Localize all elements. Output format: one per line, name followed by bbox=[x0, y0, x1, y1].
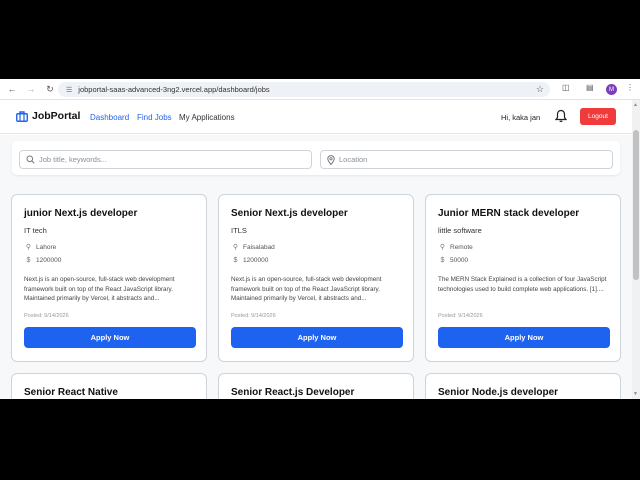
main-content: Job title, keywords... Location junior N… bbox=[0, 135, 632, 399]
dollar-icon: $ bbox=[233, 257, 238, 264]
address-bar[interactable]: ☰ jobportal-saas-advanced-3ng2.vercel.ap… bbox=[58, 82, 550, 97]
location-search-input[interactable]: Location bbox=[320, 150, 613, 169]
job-posted-date: Posted: 9/14/2026 bbox=[438, 313, 483, 319]
reload-icon[interactable]: ↻ bbox=[43, 82, 57, 96]
job-title[interactable]: Junior MERN stack developer bbox=[438, 208, 579, 219]
job-location: ⚲ Lahore bbox=[24, 243, 57, 252]
job-posted-date: Posted: 9/14/2026 bbox=[231, 313, 276, 319]
job-salary: $1200000 bbox=[231, 257, 269, 264]
profile-avatar[interactable]: M bbox=[606, 84, 617, 95]
apply-now-button[interactable]: Apply Now bbox=[231, 327, 403, 348]
location-pin-icon: ⚲ bbox=[25, 244, 32, 251]
job-title[interactable]: junior Next.js developer bbox=[24, 208, 137, 219]
job-company: IT tech bbox=[24, 226, 47, 235]
job-posted-date: Posted: 9/14/2026 bbox=[24, 313, 69, 319]
logout-button[interactable]: Logout bbox=[580, 108, 616, 125]
apply-now-button[interactable]: Apply Now bbox=[24, 327, 196, 348]
back-icon[interactable]: ← bbox=[5, 82, 19, 96]
scrollbar-thumb[interactable] bbox=[633, 130, 639, 280]
job-card[interactable]: Senior Node.js developer bbox=[425, 373, 621, 399]
job-location-text: Remote bbox=[450, 243, 473, 251]
browser-menu-icon[interactable]: ⋮ bbox=[626, 83, 634, 92]
forward-icon[interactable]: → bbox=[24, 82, 38, 96]
job-company: little software bbox=[438, 226, 482, 235]
job-title[interactable]: Senior React.js Developer bbox=[231, 387, 354, 398]
extensions-icon[interactable]: ◫ bbox=[562, 83, 570, 92]
keyword-search-placeholder: Job title, keywords... bbox=[39, 155, 107, 164]
keyword-search-input[interactable]: Job title, keywords... bbox=[19, 150, 312, 169]
job-card[interactable]: junior Next.js developer IT tech ⚲ Lahore… bbox=[11, 194, 207, 362]
app-header: JobPortal Dashboard Find Jobs My Applica… bbox=[0, 100, 632, 134]
job-location: ⚲ Remote bbox=[438, 243, 473, 252]
location-search-placeholder: Location bbox=[339, 155, 368, 164]
job-title[interactable]: Senior Node.js developer bbox=[438, 387, 558, 398]
job-salary: $1200000 bbox=[24, 257, 62, 264]
job-salary: $50000 bbox=[438, 257, 469, 264]
job-company: ITLS bbox=[231, 226, 247, 235]
dollar-icon: $ bbox=[26, 257, 31, 264]
nav-my-applications[interactable]: My Applications bbox=[179, 113, 235, 122]
user-greeting: Hi, kaka jan bbox=[501, 113, 541, 122]
job-card[interactable]: Senior Next.js developer ITLS ⚲ Faisalaba… bbox=[218, 194, 414, 362]
job-salary-text: 1200000 bbox=[243, 257, 269, 264]
browser-window: ← → ↻ ☰ jobportal-saas-advanced-3ng2.ver… bbox=[0, 79, 640, 399]
briefcase-icon bbox=[16, 110, 28, 122]
location-pin-icon: ⚲ bbox=[232, 244, 239, 251]
job-description: Next.js is an open-source, full-stack we… bbox=[24, 276, 175, 302]
brand-logo[interactable]: JobPortal bbox=[16, 110, 80, 122]
job-description: The MERN Stack Explained is a collection… bbox=[438, 276, 607, 293]
scroll-up-icon[interactable]: ▲ bbox=[633, 102, 638, 108]
apply-now-button[interactable]: Apply Now bbox=[438, 327, 610, 348]
brand-name: JobPortal bbox=[32, 110, 81, 122]
job-description: Next.js is an open-source, full-stack we… bbox=[231, 276, 382, 302]
site-settings-icon[interactable]: ☰ bbox=[66, 86, 72, 94]
job-card[interactable]: Senior React.js Developer bbox=[218, 373, 414, 399]
job-card[interactable]: Junior MERN stack developer little softw… bbox=[425, 194, 621, 362]
search-icon bbox=[26, 155, 35, 164]
search-panel: Job title, keywords... Location bbox=[12, 141, 620, 175]
dollar-icon: $ bbox=[440, 257, 445, 264]
job-location-text: Faisalabad bbox=[243, 243, 275, 251]
location-pin-icon bbox=[327, 154, 335, 165]
nav-find-jobs[interactable]: Find Jobs bbox=[137, 113, 172, 122]
page-scrollbar[interactable]: ▲ ▼ bbox=[632, 100, 640, 399]
job-salary-text: 1200000 bbox=[36, 257, 62, 264]
job-location: ⚲ Faisalabad bbox=[231, 243, 275, 252]
job-salary-text: 50000 bbox=[450, 257, 469, 264]
url-text: jobportal-saas-advanced-3ng2.vercel.app/… bbox=[78, 85, 270, 94]
browser-toolbar: ← → ↻ ☰ jobportal-saas-advanced-3ng2.ver… bbox=[0, 79, 640, 100]
tab-search-icon[interactable]: ▤ bbox=[586, 83, 594, 92]
bookmark-star-icon[interactable]: ☆ bbox=[536, 84, 544, 95]
nav-dashboard[interactable]: Dashboard bbox=[90, 113, 129, 122]
job-title[interactable]: Senior React Native bbox=[24, 387, 118, 398]
job-location-text: Lahore bbox=[36, 243, 57, 251]
scroll-down-icon[interactable]: ▼ bbox=[633, 391, 638, 397]
job-card[interactable]: Senior React Native bbox=[11, 373, 207, 399]
location-pin-icon: ⚲ bbox=[439, 244, 446, 251]
job-title[interactable]: Senior Next.js developer bbox=[231, 208, 348, 219]
notification-bell-icon[interactable] bbox=[554, 109, 568, 128]
